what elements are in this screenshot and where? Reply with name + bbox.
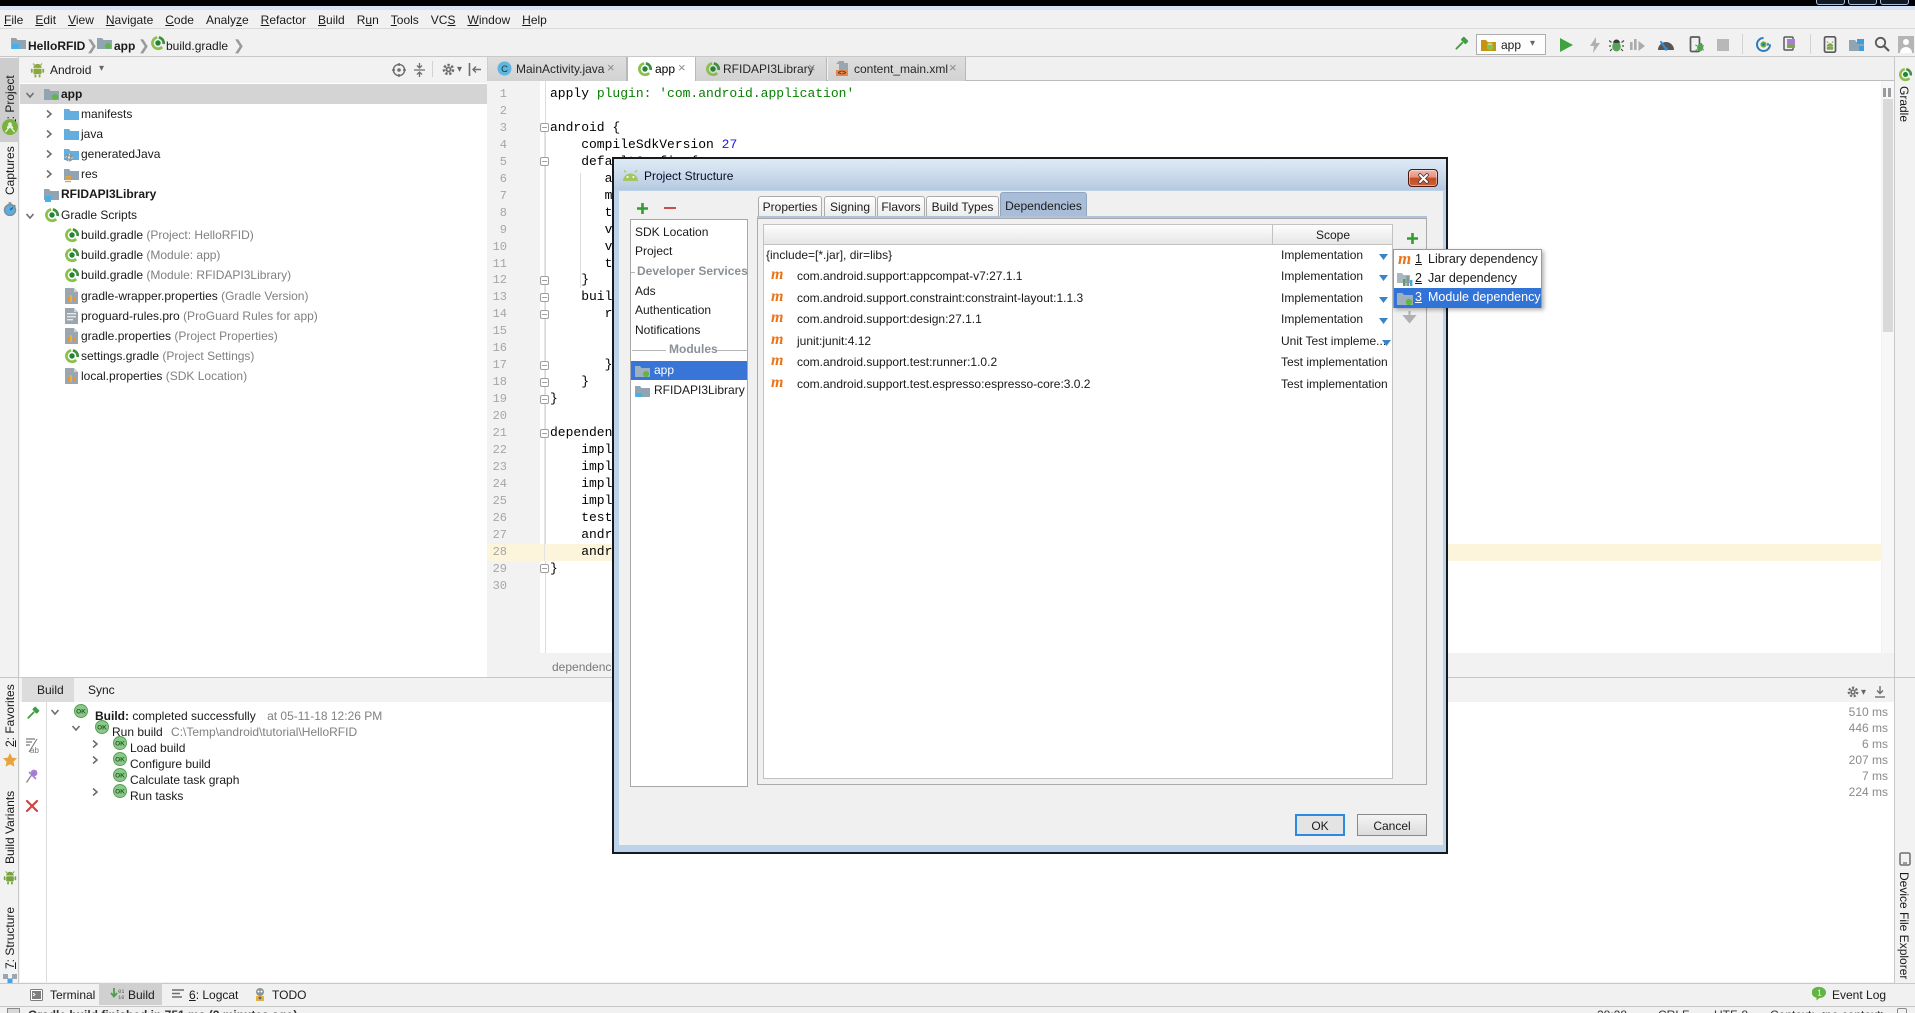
svg-text:OK: OK: [76, 709, 86, 716]
svg-text:OK: OK: [115, 773, 125, 780]
svg-text:C: C: [501, 64, 508, 75]
svg-text:OK: OK: [115, 757, 125, 764]
svg-text:OK: OK: [115, 789, 125, 796]
svg-text:10: 10: [118, 994, 124, 1001]
svg-text:OK: OK: [97, 725, 107, 732]
svg-text:<>: <>: [838, 70, 846, 76]
svg-text:1: 1: [1817, 989, 1822, 998]
svg-text:ab: ab: [30, 746, 39, 754]
svg-text:OK: OK: [115, 741, 125, 748]
